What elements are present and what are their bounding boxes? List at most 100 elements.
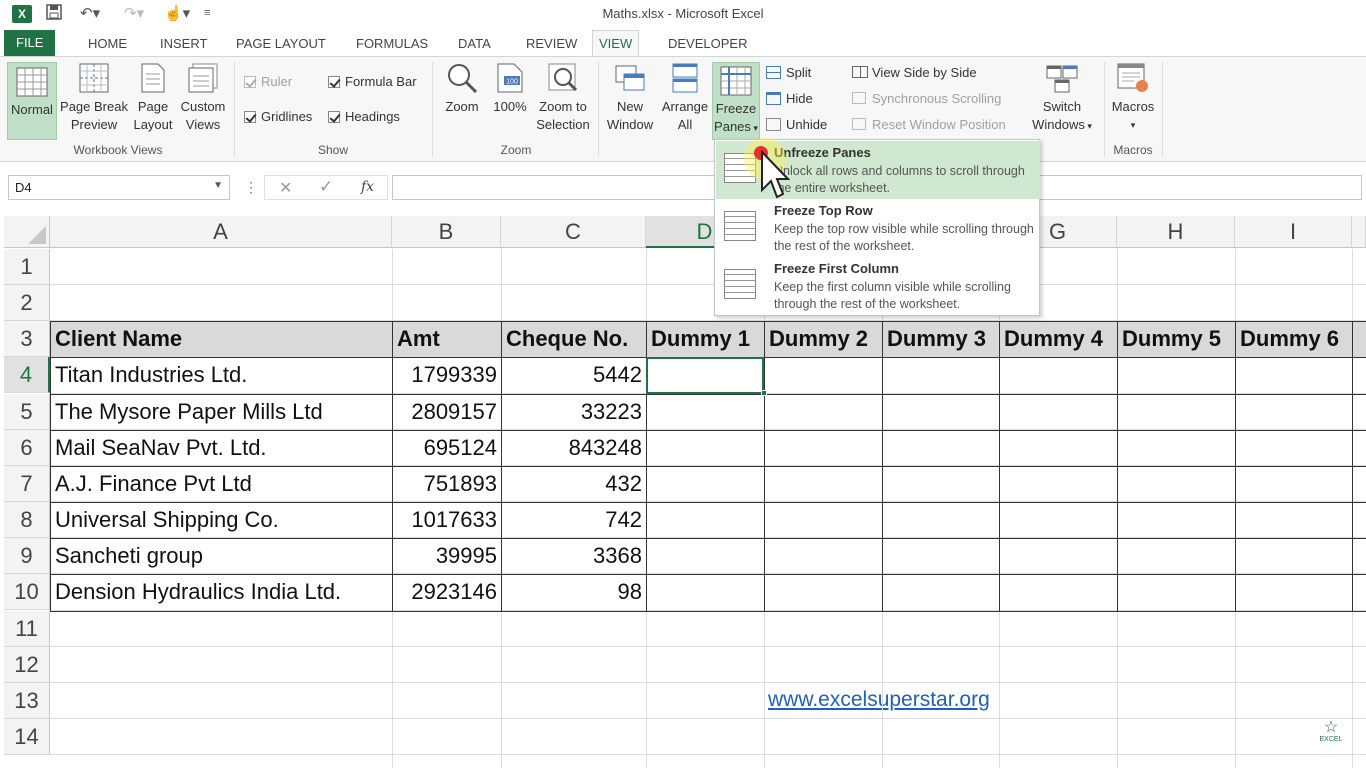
tab-developer[interactable]: DEVELOPER (662, 34, 753, 57)
view-side-by-side-button[interactable]: View Side by Side (852, 65, 977, 81)
tab-view[interactable]: VIEW (592, 30, 640, 57)
fill-handle[interactable] (761, 390, 767, 396)
row-header-6[interactable]: 6 (4, 430, 50, 466)
header-cell-a[interactable]: Client Name (51, 321, 392, 357)
zoom-100-button[interactable]: 100 100% (490, 62, 530, 116)
gridlines-checkbox[interactable]: Gridlines (244, 109, 312, 125)
header-cell-b[interactable]: Amt (393, 321, 501, 357)
column-header-h[interactable]: H (1117, 216, 1235, 248)
data-cell-b5[interactable]: 2809157 (393, 394, 501, 430)
hide-button[interactable]: Hide (766, 91, 813, 107)
header-cell-d[interactable]: Dummy 1 (647, 321, 764, 357)
row-header-4[interactable]: 4 (4, 357, 50, 393)
switch-windows-button[interactable]: Switch Windows ▾ (1026, 62, 1098, 135)
data-cell-c5[interactable]: 33223 (502, 394, 646, 430)
header-cell-i[interactable]: Dummy 6 (1236, 321, 1352, 357)
header-cell-h[interactable]: Dummy 5 (1118, 321, 1235, 357)
header-cell-c[interactable]: Cheque No. (502, 321, 646, 357)
formula-options-icon[interactable]: ⋮ (244, 179, 258, 196)
column-header-i[interactable]: I (1235, 216, 1352, 248)
data-cell-c8[interactable]: 742 (502, 502, 646, 538)
data-cell-a8[interactable]: Universal Shipping Co. (51, 502, 392, 538)
header-cell-f[interactable]: Dummy 3 (883, 321, 999, 357)
active-cell-d4[interactable] (646, 357, 764, 394)
column-header-j[interactable] (1352, 216, 1366, 248)
tab-review[interactable]: REVIEW (520, 34, 583, 57)
data-cell-b7[interactable]: 751893 (393, 466, 501, 502)
data-cell-b8[interactable]: 1017633 (393, 502, 501, 538)
cancel-icon[interactable]: ✕ (279, 178, 292, 198)
synchronous-scrolling-button[interactable]: Synchronous Scrolling (852, 91, 1001, 107)
freeze-panes-button[interactable]: Freeze Panes ▾ (712, 62, 760, 140)
zoom-to-selection-button[interactable]: Zoom to Selection (534, 62, 592, 134)
data-cell-b6[interactable]: 695124 (393, 430, 501, 466)
hide-label: Hide (786, 91, 813, 106)
enter-check-icon[interactable]: ✓ (319, 177, 333, 197)
data-cell-a4[interactable]: Titan Industries Ltd. (51, 357, 392, 393)
data-cell-a9[interactable]: Sancheti group (51, 538, 392, 574)
unhide-button[interactable]: Unhide (766, 117, 827, 133)
data-cell-a10[interactable]: Dension Hydraulics India Ltd. (51, 574, 392, 610)
row-header-11[interactable]: 11 (4, 611, 50, 647)
custom-views-button[interactable]: Custom Views (178, 62, 228, 134)
row-header-13[interactable]: 13 (4, 683, 50, 719)
header-cell-g[interactable]: Dummy 4 (1000, 321, 1117, 357)
macros-button[interactable]: Macros ▾ (1108, 62, 1158, 134)
data-cell-c6[interactable]: 843248 (502, 430, 646, 466)
row-header-3[interactable]: 3 (4, 321, 50, 357)
row-header-7[interactable]: 7 (4, 466, 50, 502)
zoom-button[interactable]: Zoom (440, 62, 484, 116)
formula-bar-checkbox[interactable]: Formula Bar (328, 74, 417, 90)
tab-page-layout[interactable]: PAGE LAYOUT (230, 34, 332, 57)
tab-insert[interactable]: INSERT (154, 34, 213, 57)
headings-checkbox[interactable]: Headings (328, 109, 400, 125)
normal-view-button[interactable]: Normal (7, 62, 57, 140)
tab-file[interactable]: FILE (4, 30, 56, 57)
ruler-checkbox[interactable]: Ruler (244, 74, 292, 90)
column-header-a[interactable]: A (50, 216, 392, 248)
page-break-preview-icon (79, 63, 109, 93)
data-cell-c7[interactable]: 432 (502, 466, 646, 502)
header-cell-j[interactable] (1353, 321, 1366, 357)
row-header-14[interactable]: 14 (4, 719, 50, 755)
data-cell-c9[interactable]: 3368 (502, 538, 646, 574)
ribbon-separator (234, 62, 235, 156)
name-box[interactable]: D4 ▼ (8, 175, 230, 200)
name-box-dropdown-icon[interactable]: ▼ (213, 180, 223, 191)
data-cell-a6[interactable]: Mail SeaNav Pvt. Ltd. (51, 430, 392, 466)
page-layout-icon (141, 63, 165, 93)
tab-data[interactable]: DATA (452, 34, 497, 57)
reset-window-position-button[interactable]: Reset Window Position (852, 117, 1006, 133)
new-window-button[interactable]: New Window (604, 62, 656, 134)
row-header-12[interactable]: 12 (4, 647, 50, 683)
row-header-5[interactable]: 5 (4, 394, 50, 430)
arrange-all-button[interactable]: Arrange All (658, 62, 712, 134)
data-cell-a7[interactable]: A.J. Finance Pvt Ltd (51, 466, 392, 502)
data-cell-b4[interactable]: 1799339 (393, 357, 501, 393)
row-header-10[interactable]: 10 (4, 574, 50, 610)
tab-home[interactable]: HOME (82, 34, 133, 57)
split-button[interactable]: Split (766, 65, 811, 81)
data-cell-c4[interactable]: 5442 (502, 357, 646, 393)
data-cell-b10[interactable]: 2923146 (393, 574, 501, 610)
row-header-8[interactable]: 8 (4, 502, 50, 538)
row-header-2[interactable]: 2 (4, 285, 50, 321)
page-break-preview-button[interactable]: Page Break Preview (60, 62, 128, 134)
column-header-c[interactable]: C (501, 216, 646, 248)
row-header-9[interactable]: 9 (4, 538, 50, 574)
row-header-1[interactable]: 1 (4, 249, 50, 285)
select-all-button[interactable] (4, 216, 50, 248)
data-cell-c10[interactable]: 98 (502, 574, 646, 610)
menu-item-freeze-top-row[interactable]: Freeze Top Row Keep the top row visible … (716, 199, 1040, 257)
unfreeze-desc: Unlock all rows and columns to scroll th… (774, 164, 1025, 195)
tab-formulas[interactable]: FORMULAS (350, 34, 434, 57)
menu-item-freeze-first-column[interactable]: Freeze First Column Keep the first colum… (716, 257, 1040, 315)
page-layout-view-button[interactable]: Page Layout (130, 62, 176, 134)
website-link[interactable]: www.excelsuperstar.org (768, 688, 990, 712)
header-cell-e[interactable]: Dummy 2 (765, 321, 882, 357)
data-cell-b9[interactable]: 39995 (393, 538, 501, 574)
column-header-b[interactable]: B (392, 216, 501, 248)
data-cell-a5[interactable]: The Mysore Paper Mills Ltd (51, 394, 392, 430)
insert-function-icon[interactable]: fx (361, 179, 374, 195)
formula-bar-label: Formula Bar (345, 74, 417, 89)
